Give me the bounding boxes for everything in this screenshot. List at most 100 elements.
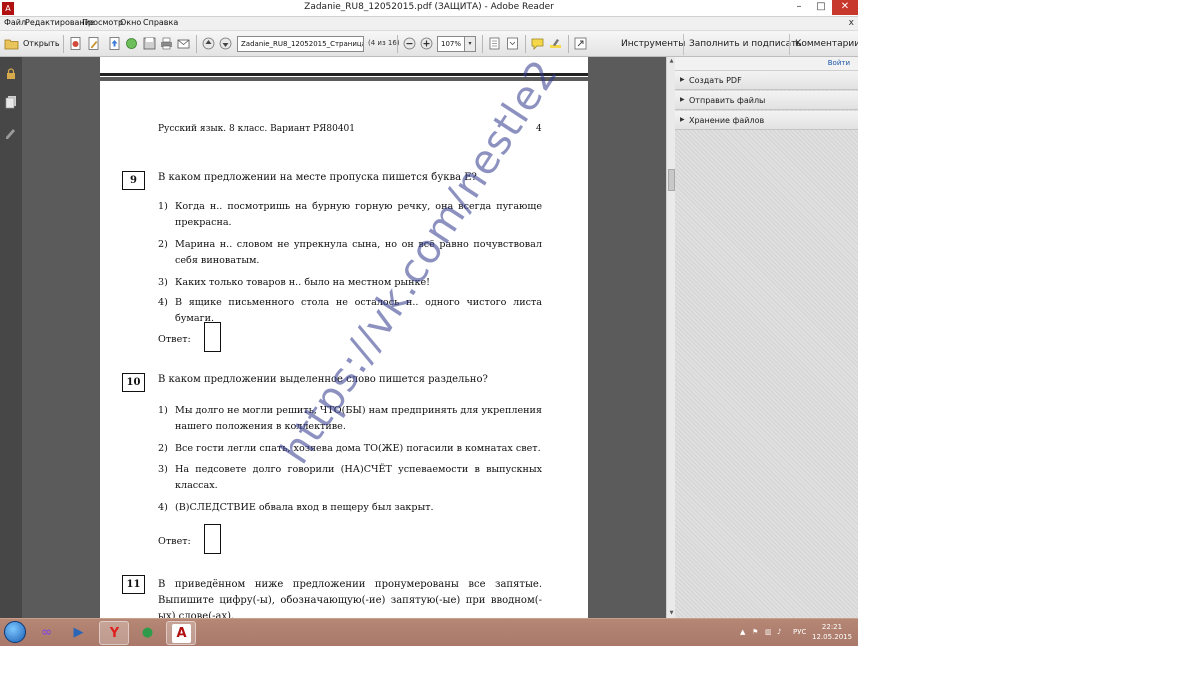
email-icon[interactable] [176, 36, 191, 51]
question-number-box: 11 [122, 575, 145, 594]
page-name-field[interactable]: Zadanie_RU8_12052015_Страница_4.png [237, 36, 364, 52]
option-number: 3) [158, 464, 168, 475]
toolbar-separator [63, 35, 64, 53]
option-text: (В)СЛЕДСТВИЕ обвала вход в пещеру был за… [175, 502, 434, 513]
yandex-browser-icon: Y [109, 626, 120, 641]
option-text: Все гости легли спать, хозяева дома ТО(Ж… [175, 443, 541, 454]
clock-time: 22:21 [821, 623, 843, 631]
language-indicator[interactable]: РУС [793, 628, 806, 636]
option-number: 1) [158, 201, 168, 212]
toolbar-separator [683, 34, 684, 55]
folder-open-icon[interactable] [4, 36, 19, 51]
fill-sign-button[interactable]: Заполнить и подписать [689, 39, 802, 49]
window-title: Zadanie_RU8_12052015.pdf (ЗАЩИТА) - Adob… [304, 2, 554, 12]
highlight-icon[interactable] [548, 36, 563, 51]
option-text: Мы долго не могли решить, ЧТО(БЫ) нам пр… [175, 405, 542, 432]
maximize-button[interactable]: □ [810, 0, 832, 15]
menu-file[interactable]: Файл [4, 18, 26, 27]
page-count: (4 из 16) [368, 39, 400, 47]
open-button[interactable]: Открыть [23, 39, 60, 48]
zoom-out-icon[interactable] [402, 36, 417, 51]
pane-section-create-pdf[interactable]: ▶ Создать PDF [675, 71, 858, 90]
tools-pane: Войти ▶ Создать PDF ▶ Отправить файлы ▶ … [675, 57, 858, 618]
taskbar-app[interactable]: Y [99, 621, 129, 645]
zoom-dropdown-button[interactable]: ▾ [465, 36, 476, 52]
page-up-icon[interactable] [201, 36, 216, 51]
flag-icon[interactable]: ⚑ [752, 628, 758, 636]
pane-section-label: Создать PDF [689, 76, 742, 85]
zoom-in-icon[interactable] [419, 36, 434, 51]
edit-icon[interactable] [86, 36, 101, 51]
show-hidden-icons-button[interactable]: ▲ [740, 628, 745, 636]
menu-window[interactable]: Окно [120, 18, 141, 27]
answer-option: 3) Каких только товаров н.. было на мест… [158, 275, 542, 291]
question-text: В приведённом ниже предложении пронумеро… [158, 579, 542, 618]
full-screen-icon[interactable] [573, 36, 588, 51]
share-icon[interactable] [124, 36, 139, 51]
document-view[interactable]: Русский язык. 8 класс. Вариант РЯ80401 4… [22, 57, 666, 618]
print-icon[interactable] [159, 36, 174, 51]
taskbar-app[interactable]: A [166, 621, 196, 645]
option-number: 3) [158, 277, 168, 288]
zoom-input[interactable]: 107% [437, 36, 465, 52]
menu-help[interactable]: Справка [143, 18, 178, 27]
answer-label: Ответ: [158, 536, 191, 547]
option-text: Марина н.. словом не упрекнула сына, но … [175, 239, 542, 266]
volume-icon[interactable]: ♪ [777, 628, 781, 636]
pane-section-label: Отправить файлы [689, 96, 766, 105]
expand-arrow-icon: ▶ [680, 116, 685, 123]
close-button[interactable]: ✕ [832, 0, 858, 15]
clock[interactable]: 22:21 12.05.2015 [812, 622, 852, 642]
toolbar-separator [789, 34, 790, 55]
read-mode-icon[interactable] [505, 36, 520, 51]
close-document-button[interactable]: x [849, 18, 854, 28]
save-icon[interactable] [142, 36, 157, 51]
option-number: 4) [158, 297, 168, 308]
toolbar-separator [525, 35, 526, 53]
pane-section-send-files[interactable]: ▶ Отправить файлы [675, 91, 858, 110]
pane-section-store-files[interactable]: ▶ Хранение файлов [675, 111, 858, 130]
taskbar-app[interactable]: ● [133, 621, 163, 645]
sign-in-row: Войти [675, 57, 858, 71]
menu-view[interactable]: Просмотр [82, 18, 123, 27]
navigation-pane [0, 57, 22, 618]
answer-label: Ответ: [158, 334, 191, 345]
question-number-box: 9 [122, 171, 145, 190]
pages-icon[interactable] [4, 95, 18, 109]
option-text: Когда н.. посмотришь на бурную горную ре… [175, 201, 542, 228]
comments-button[interactable]: Комментарии [795, 39, 858, 49]
comment-icon[interactable] [530, 36, 545, 51]
start-button[interactable] [4, 621, 26, 643]
answer-option: 2) Все гости легли спать, хозяева дома Т… [158, 441, 542, 457]
toolbar-separator [482, 35, 483, 53]
taskbar-app[interactable]: ▶ [64, 621, 94, 645]
create-pdf-icon[interactable] [68, 36, 83, 51]
minimize-button[interactable]: – [788, 0, 810, 15]
menu-bar: Файл Редактирование Просмотр Окно Справк… [0, 17, 858, 31]
page-number: 4 [536, 124, 542, 134]
vertical-scrollbar[interactable]: ▲ ▼ [666, 57, 675, 618]
taskbar-app[interactable]: ∞ [32, 621, 62, 645]
option-number: 4) [158, 502, 168, 513]
signature-icon[interactable] [4, 125, 18, 139]
network-icon[interactable]: ▥ [765, 628, 772, 636]
clock-date: 12.05.2015 [812, 633, 853, 641]
upload-icon[interactable] [107, 36, 122, 51]
scroll-thumb[interactable] [668, 169, 675, 191]
page-down-icon[interactable] [218, 36, 233, 51]
answer-box [204, 524, 221, 554]
fit-page-icon[interactable] [487, 36, 502, 51]
toolbar-separator [397, 35, 398, 53]
answer-box [204, 322, 221, 352]
sign-in-link[interactable]: Войти [828, 59, 850, 67]
page-header: Русский язык. 8 класс. Вариант РЯ80401 [158, 124, 356, 134]
desktop-screen: A Zadanie_RU8_12052015.pdf (ЗАЩИТА) - Ad… [0, 0, 858, 646]
option-number: 2) [158, 239, 168, 250]
chrome-icon: ● [141, 625, 154, 640]
adobe-reader-icon: A [172, 624, 191, 643]
answer-option: 2) Марина н.. словом не упрекнула сына, … [158, 237, 542, 269]
lock-icon[interactable] [4, 67, 18, 81]
media-player-icon: ▶ [73, 625, 84, 640]
option-text: Каких только товаров н.. было на местном… [175, 277, 431, 288]
tools-button[interactable]: Инструменты [621, 39, 685, 49]
